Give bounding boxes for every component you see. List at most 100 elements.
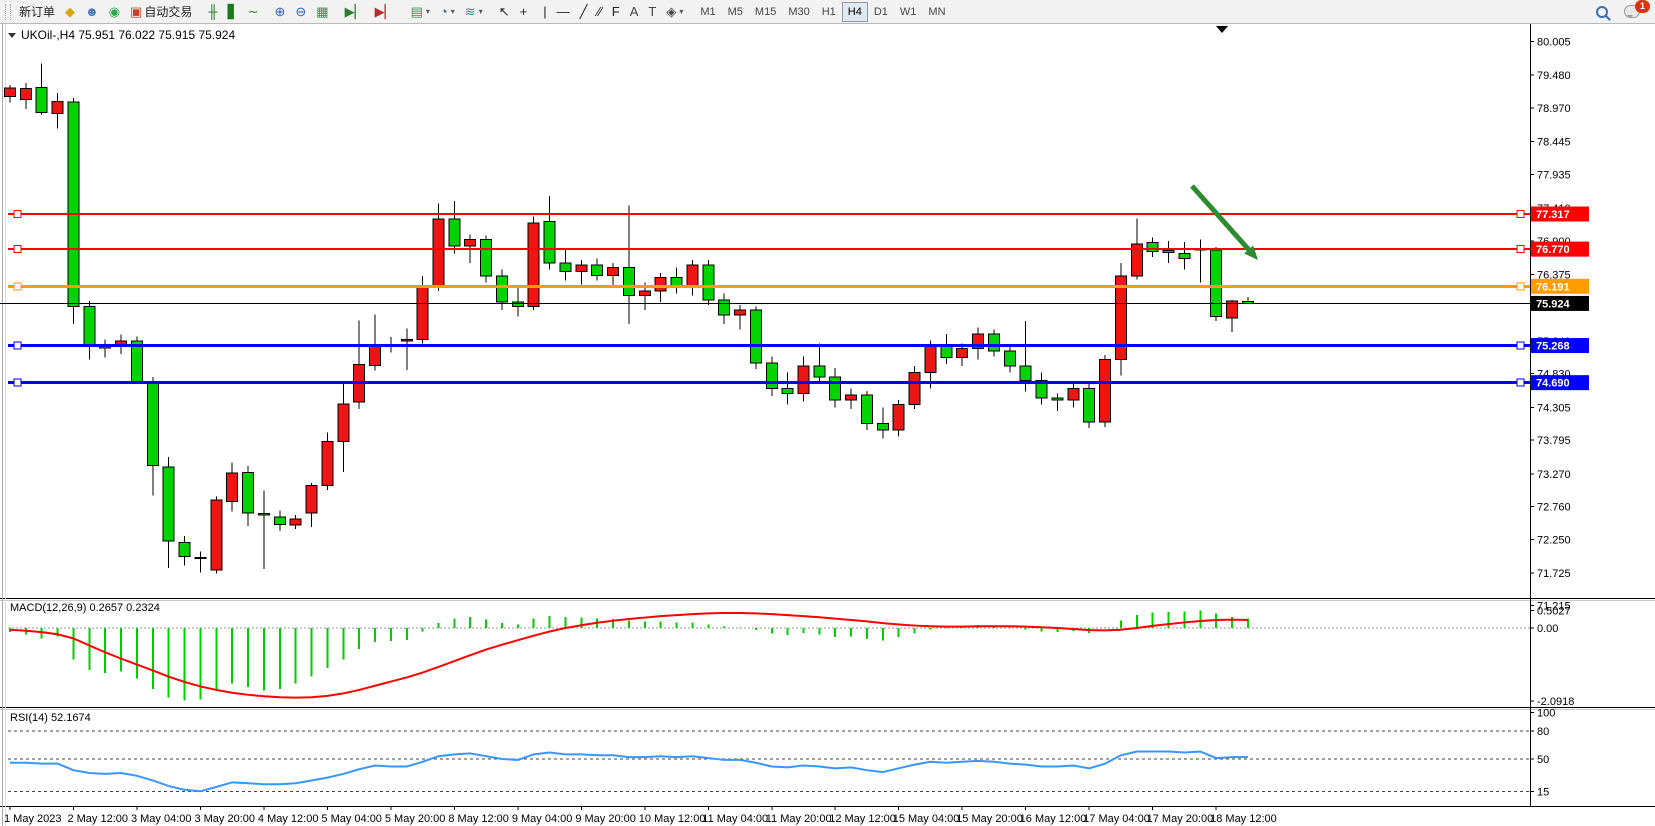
auto-trading-label: 自动交易 [144,3,192,20]
auto-scroll-button[interactable]: ▶▏ [340,2,370,22]
community-button[interactable]: ☻ [80,2,104,22]
signals-button[interactable]: ◉ [104,2,125,22]
time-tick-label: 3 May 04:00 [131,813,192,825]
price-tick-label: 74.305 [1537,402,1571,414]
candle-body [36,87,47,112]
toolbar-buttons: 新订单◆☻◉▣自动交易╫▋∼⊕⊖▦▶▏▶▏▤▾◔▾≋▾↖+|—╱∕∕FAT◈▾ [14,2,694,22]
candle-body [687,265,698,287]
new-order-label: 新订单 [19,3,55,20]
time-tick-label: 18 May 12:00 [1210,813,1277,825]
candle-body [179,543,190,557]
candlestick-chart-button[interactable]: ▋ [223,2,243,22]
vertical-line-button[interactable]: | [538,2,551,22]
text-label-button[interactable]: T [643,2,661,22]
crosshair-button[interactable]: + [515,2,533,22]
candle-body [1004,351,1015,366]
timeframe-m15[interactable]: M15 [749,2,782,22]
timeframe-m5[interactable]: M5 [722,2,749,22]
alerts-icon: ◆ [65,5,75,18]
horizontal-line-button[interactable]: — [552,2,575,22]
indicators-button[interactable]: ≋▾ [460,2,488,22]
trendline-button[interactable]: ╱ [575,2,593,22]
timeframe-h1[interactable]: H1 [816,2,842,22]
time-tick-label: 12 May 12:00 [829,813,896,825]
shapes-button[interactable]: ◈▾ [661,2,688,22]
line-chart-button[interactable]: ∼ [243,2,264,22]
dropdown-caret-icon: ▾ [426,7,430,16]
candle-body [496,276,507,302]
candle-body [290,519,301,525]
auto-trading-button[interactable]: ▣自动交易 [125,2,197,22]
timeframe-m30[interactable]: M30 [782,2,815,22]
candle-body [846,395,857,400]
rsi-axis: 100805015 [8,707,1555,798]
candle-body [1211,250,1222,317]
toolbar-grip[interactable] [5,4,11,20]
price-tag-label: 76.191 [1536,281,1570,293]
zoom-in-button[interactable]: ⊕ [269,2,290,22]
main-toolbar: 新订单◆☻◉▣自动交易╫▋∼⊕⊖▦▶▏▶▏▤▾◔▾≋▾↖+|—╱∕∕FAT◈▾ … [0,0,1655,24]
bar-chart-icon: ╫ [208,5,217,18]
new-order-button[interactable]: 新订单 [14,2,60,22]
horizontal-line-75.268[interactable]: 75.268 [8,338,1589,353]
period-button[interactable]: ◔▾ [435,2,460,22]
candle-body [576,265,587,271]
collapse-icon[interactable] [8,33,16,38]
crosshair-icon: + [520,5,528,18]
candle-body [1179,254,1190,259]
candle-body [941,347,952,358]
tile-windows-button[interactable]: ▦ [311,2,333,22]
line-handle [1517,211,1524,218]
macd-indicator-label: MACD(12,26,9) 0.2657 0.2324 [10,602,160,614]
bar-chart-button[interactable]: ╫ [203,2,222,22]
candle-body [528,223,539,306]
zoom-out-button[interactable]: ⊖ [290,2,311,22]
time-tick-label: 2 May 12:00 [67,813,128,825]
time-tick-label: 5 May 04:00 [321,813,382,825]
cursor-button[interactable]: ↖ [494,2,515,22]
timeframe-h4[interactable]: H4 [842,2,868,22]
dropdown-caret-icon: ▾ [479,7,483,16]
candle-body [20,89,31,100]
candle-body [830,377,841,400]
candle-body [861,395,872,424]
rsi-tick-label: 80 [1537,726,1549,738]
time-tick-label: 1 May 2023 [4,813,61,825]
chart-shift-marker[interactable] [1216,26,1228,33]
notification-badge: 1 [1635,0,1650,13]
candle-body [1147,243,1158,252]
chart-shift-button[interactable]: ▶▏ [370,2,400,22]
alerts-button[interactable]: ◆ [60,2,80,22]
new-chart-button[interactable]: ▤▾ [406,2,435,22]
zoom-in-icon: ⊕ [274,5,285,18]
price-tick-label: 78.970 [1537,103,1571,115]
horizontal-line-75.924[interactable]: 75.924 [0,296,1589,311]
search-button[interactable] [1591,2,1613,22]
timeframe-m1[interactable]: M1 [694,2,721,22]
timeframe-w1[interactable]: W1 [894,2,923,22]
candle-body [433,219,444,286]
timeframe-toolbar: M1M5M15M30H1H4D1W1MN [694,2,951,22]
indicators-icon: ≋ [465,5,476,18]
timeframe-d1[interactable]: D1 [868,2,894,22]
price-tick-label: 78.445 [1537,137,1571,149]
candle-body [1100,360,1111,422]
chat-button[interactable]: 1 [1619,2,1645,22]
timeframe-mn[interactable]: MN [922,2,951,22]
fibonacci-button[interactable]: F [607,2,625,22]
macd-histogram [10,611,1248,701]
price-tick-label: 72.250 [1537,534,1571,546]
price-tick-label: 80.005 [1537,36,1571,48]
horizontal-line-77.317[interactable]: 77.317 [8,207,1589,222]
candle-body [623,268,634,296]
text-button[interactable]: A [625,2,644,22]
candle-body [608,268,619,276]
candle-body [1052,398,1063,400]
candle-body [147,382,158,465]
equidistant-channel-button[interactable]: ∕∕ [592,2,606,22]
line-handle [14,379,21,386]
horizontal-line-76.191[interactable]: 76.191 [8,279,1589,294]
dropdown-caret-icon: ▾ [679,7,683,16]
horizontal-line-76.770[interactable]: 76.770 [8,242,1589,257]
zoom-out-icon: ⊖ [295,5,306,18]
